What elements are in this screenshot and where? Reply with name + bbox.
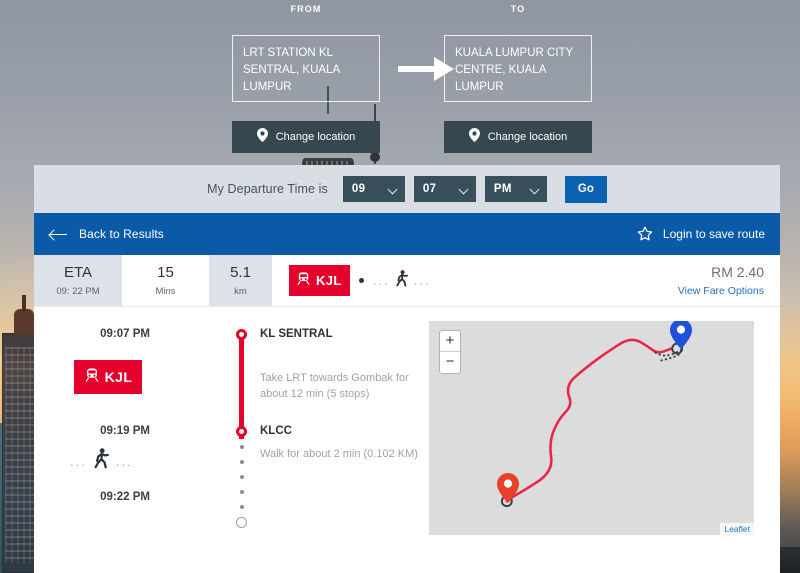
zoom-in-button[interactable]: +	[440, 331, 460, 352]
step-2-mode: ... ...	[70, 448, 133, 474]
minute-select[interactable]: 07	[413, 176, 476, 202]
step-1-mode[interactable]: KJL	[74, 360, 142, 394]
step-1-mode-code: KJL	[104, 369, 133, 385]
route-map[interactable]: + − Leaflet	[429, 321, 754, 535]
view-fare-options-link[interactable]: View Fare Options	[678, 285, 764, 297]
change-from-location-button[interactable]: Change location	[232, 121, 380, 153]
summary-duration-value: 15	[157, 264, 174, 282]
hour-select[interactable]: 09	[342, 176, 405, 202]
summary-eta-label: ETA	[63, 264, 93, 282]
walk-dot	[239, 475, 244, 479]
step-1-time: 09:07 PM	[100, 328, 150, 340]
rail-segment-line	[239, 334, 244, 439]
login-to-save-route-button[interactable]: Login to save route	[637, 226, 765, 242]
to-location-box[interactable]: KUALA LUMPUR CITY CENTRE, KUALA LUMPUR	[444, 35, 592, 102]
train-icon	[296, 271, 311, 291]
timeline-rail	[236, 321, 247, 572]
map-pin-icon	[468, 127, 480, 147]
change-to-location-label: Change location	[487, 131, 568, 143]
card-body: 09:07 PM KL SENTRAL KJL Take LRT towards…	[34, 307, 780, 572]
walk-ellipsis-right: ...	[413, 273, 431, 288]
route-hero: FROM TO LRT STATION KL SENTRAL, KUALA LU…	[0, 0, 800, 165]
change-from-location-label: Change location	[275, 131, 356, 143]
step-3-time: 09:22 PM	[100, 491, 150, 503]
to-label: TO	[510, 4, 526, 14]
departure-time-label: My Departure Time is	[207, 182, 328, 196]
chevron-down-icon	[531, 185, 540, 194]
itinerary-timeline: 09:07 PM KL SENTRAL KJL Take LRT towards…	[34, 321, 429, 572]
walk-dot	[239, 445, 244, 449]
minute-value: 07	[422, 183, 437, 195]
step-2-description: Walk for about 2 min (0.102 KM)	[260, 448, 418, 460]
map-pin-end-icon[interactable]	[670, 321, 692, 349]
summary-eta-value: 09: 22 PM	[56, 285, 100, 297]
timeline-node-start	[236, 329, 247, 340]
chevron-down-icon	[389, 185, 398, 194]
step-2-stop: KLCC	[260, 425, 292, 437]
zoom-out-button[interactable]: −	[440, 352, 460, 373]
walk-ellipsis-left: ...	[372, 273, 390, 288]
summary-walk-segment: ... ...	[372, 269, 431, 292]
login-to-save-route-label: Login to save route	[662, 227, 765, 241]
map-zoom-controls[interactable]: + −	[439, 330, 461, 374]
route-line-icon	[500, 338, 685, 508]
route-summary-strip: ETA 09: 22 PM 15 Mins 5.1 km KJL ... ...…	[34, 255, 780, 307]
walk-ellipsis-left: ...	[70, 453, 87, 469]
step-1-stop: KL SENTRAL	[260, 328, 333, 340]
change-to-location-button[interactable]: Change location	[444, 121, 592, 153]
mode-separator-dot	[358, 278, 364, 283]
summary-rail-badge[interactable]: KJL	[289, 265, 350, 296]
map-pin-icon	[256, 127, 268, 147]
step-1-description: Take LRT towards Gombak for about 12 min…	[260, 372, 409, 400]
from-location-box[interactable]: LRT STATION KL SENTRAL, KUALA LUMPUR	[232, 35, 380, 102]
summary-rail-code: KJL	[316, 273, 342, 288]
step-2-time: 09:19 PM	[100, 425, 150, 437]
from-label: FROM	[290, 4, 322, 14]
timeline-node-end	[236, 517, 247, 528]
route-details-card: Back to Results Login to save route ETA …	[34, 213, 780, 573]
walk-dot	[239, 505, 244, 509]
summary-duration-label: Mins	[155, 285, 176, 297]
map-pin-start-icon[interactable]	[497, 473, 519, 503]
walking-icon	[93, 448, 110, 474]
summary-distance-value: 5.1	[230, 264, 251, 282]
meridiem-value: PM	[493, 183, 512, 195]
departure-time-bar: My Departure Time is 09 07 PM Go	[34, 165, 780, 213]
arrow-left-icon	[50, 228, 68, 240]
train-icon	[84, 367, 100, 388]
summary-distance-label: km	[234, 285, 247, 297]
hour-value: 09	[351, 183, 366, 195]
star-outline-icon	[637, 226, 653, 242]
walk-ellipsis-right: ...	[115, 453, 133, 469]
timeline-node-transfer	[236, 426, 247, 437]
back-to-results-button[interactable]: Back to Results	[50, 227, 164, 241]
map-attribution[interactable]: Leaflet	[720, 523, 754, 535]
chevron-down-icon	[460, 185, 469, 194]
summary-distance: 5.1 km	[209, 255, 272, 306]
summary-fare: RM 2.40 View Fare Options	[608, 255, 780, 306]
fare-amount: RM 2.40	[711, 264, 764, 280]
summary-mode-list: KJL ... ...	[272, 255, 608, 306]
walk-dot	[239, 490, 244, 494]
walk-dot	[239, 460, 244, 464]
meridiem-select[interactable]: PM	[484, 176, 547, 202]
summary-eta: ETA 09: 22 PM	[34, 255, 122, 306]
map-panel: + − Leaflet	[429, 321, 780, 572]
walking-icon	[395, 269, 409, 292]
summary-duration: 15 Mins	[122, 255, 209, 306]
go-button[interactable]: Go	[564, 175, 607, 203]
card-nav-bar: Back to Results Login to save route	[34, 213, 780, 255]
back-to-results-label: Back to Results	[79, 227, 164, 241]
